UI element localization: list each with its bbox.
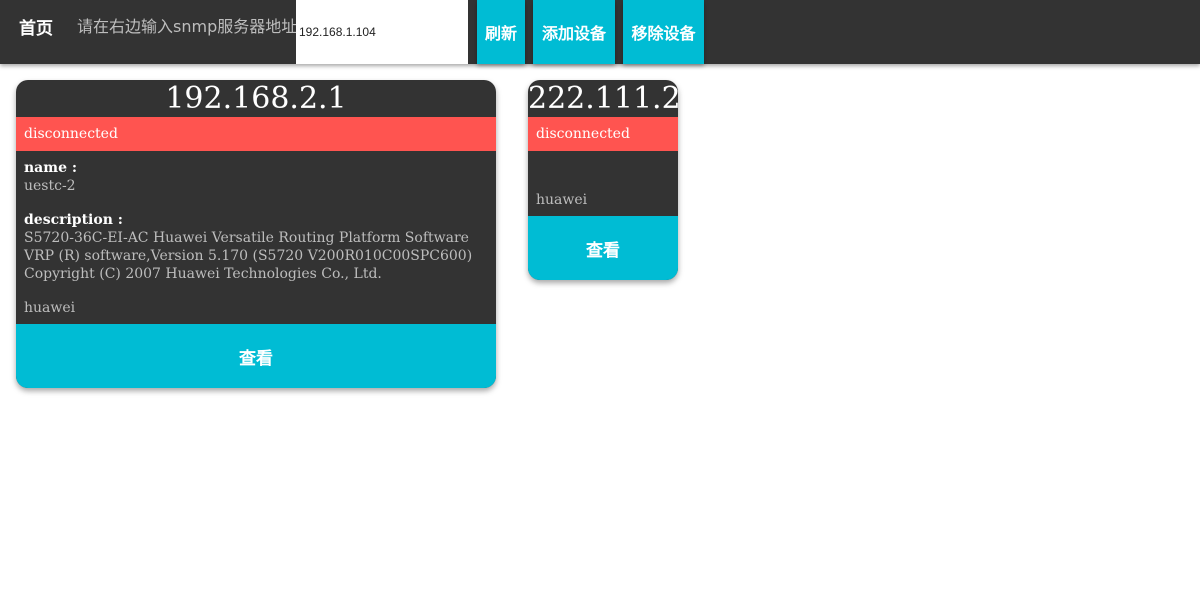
top-navbar: 首页 请在右边输入snmp服务器地址 刷新 添加设备 移除设备: [0, 0, 1200, 64]
device-details: name : uestc-2 description : S5720-36C-E…: [16, 151, 496, 317]
device-description: S5720-36C-EI-AC Huawei Versatile Routing…: [24, 230, 473, 282]
view-device-button[interactable]: 查看: [528, 216, 678, 280]
remove-device-button[interactable]: 移除设备: [623, 0, 704, 64]
device-ip: 192.168.2.1: [165, 81, 347, 116]
device-details: huawei: [528, 151, 678, 209]
device-card: 192.168.2.1 disconnected name : uestc-2 …: [16, 80, 496, 388]
refresh-button[interactable]: 刷新: [477, 0, 525, 64]
server-address-prompt: 请在右边输入snmp服务器地址: [77, 17, 298, 36]
view-device-button[interactable]: 查看: [16, 324, 496, 388]
name-label: name :: [24, 160, 78, 176]
device-vendor: huawei: [24, 300, 76, 316]
home-link[interactable]: 首页: [19, 19, 53, 39]
device-ip: 222.111.2.1: [528, 81, 678, 116]
description-label: description :: [24, 212, 123, 228]
device-card: 222.111.2.1 disconnected huawei 查看: [528, 80, 678, 280]
device-name: uestc-2: [24, 178, 76, 194]
device-vendor: huawei: [536, 192, 588, 208]
status-badge: disconnected: [528, 117, 678, 151]
add-device-button[interactable]: 添加设备: [533, 0, 615, 64]
status-badge: disconnected: [16, 117, 496, 151]
server-address-input[interactable]: [296, 0, 468, 64]
